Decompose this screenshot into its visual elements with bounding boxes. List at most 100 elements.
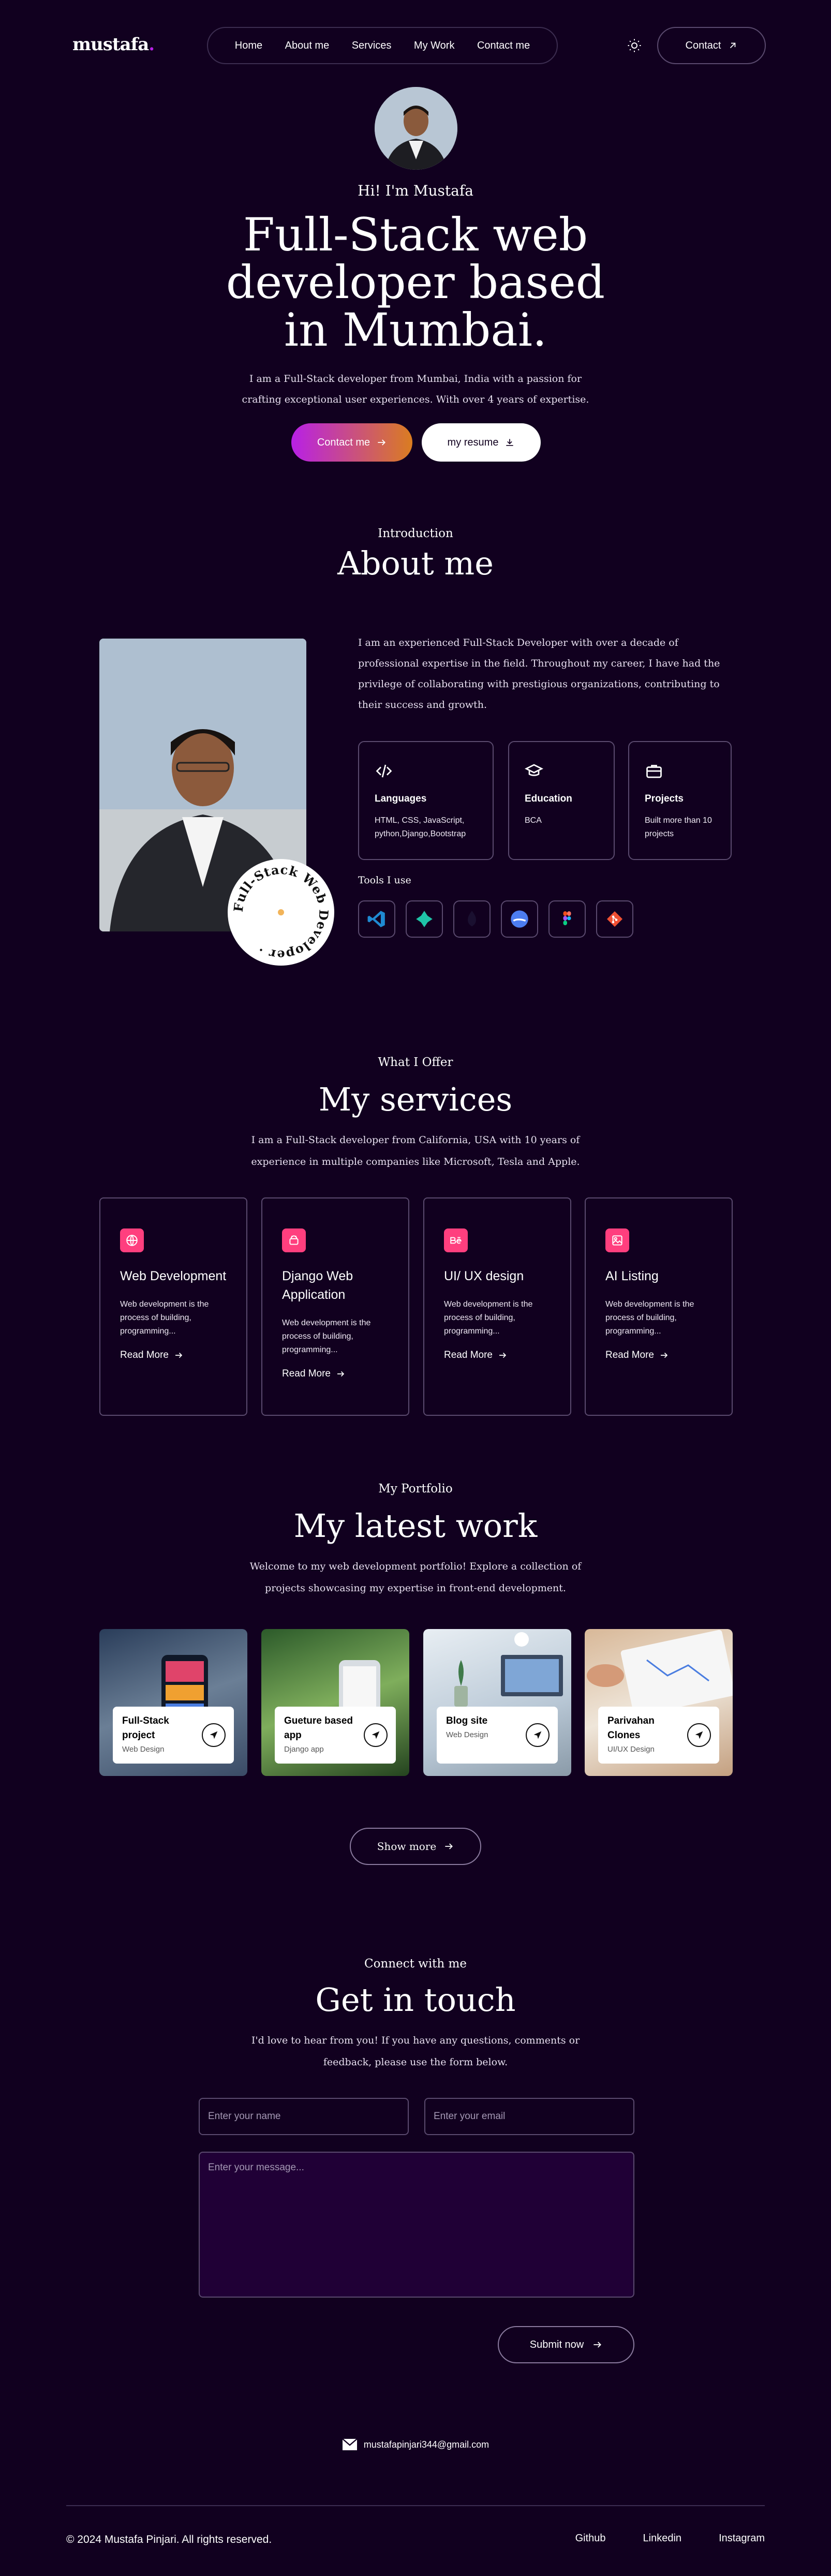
code-icon [376, 764, 392, 778]
contact-title: Get in touch [315, 1981, 516, 2019]
read-more-label: Read More [120, 1350, 169, 1360]
service-desc: Web development is the process of buildi… [444, 1300, 533, 1336]
contact-me-button[interactable]: Contact me [291, 423, 412, 462]
service-icon [605, 1228, 629, 1252]
logo[interactable]: mustafa. [72, 34, 155, 55]
tool-mongodb [453, 900, 491, 938]
read-more-link[interactable]: Read More [120, 1350, 227, 1361]
top-navigation: mustafa. Home About me Services My Work … [0, 27, 831, 66]
send-icon [533, 1731, 542, 1739]
send-icon [372, 1731, 380, 1739]
nav-link-services[interactable]: Services [352, 40, 392, 52]
tool-figma [548, 900, 586, 938]
work-card-parivahan[interactable]: Parivahan Clones UI/UX Design [585, 1629, 733, 1776]
arrow-right-icon [661, 1352, 668, 1358]
graduation-cap-icon [524, 764, 544, 776]
nav-link-work[interactable]: My Work [414, 40, 455, 52]
info-card-education: Education BCA [508, 741, 615, 860]
footer-divider [66, 2505, 765, 2506]
work-card-blog[interactable]: Blog site Web Design [423, 1629, 571, 1776]
tool-git [596, 900, 633, 938]
arrow-right-icon [378, 439, 386, 446]
hero-title: Full-Stack web developer based in Mumbai… [0, 211, 831, 354]
service-card-ai-listing[interactable]: AI Listing Web development is the proces… [585, 1197, 733, 1416]
nav-menu: Home About me Services My Work Contact m… [207, 27, 558, 64]
work-title: My latest work [293, 1507, 538, 1545]
work-card-gesture[interactable]: Gueture based app Django app [261, 1629, 409, 1776]
service-card-web-development[interactable]: Web Development Web development is the p… [99, 1197, 247, 1416]
arrow-right-icon [499, 1352, 507, 1358]
tool-firebase [501, 900, 538, 938]
service-desc: Web development is the process of buildi… [282, 1319, 371, 1354]
android-icon [289, 1235, 299, 1245]
service-title: AI Listing [605, 1269, 659, 1283]
footer-link-github[interactable]: Github [575, 2533, 606, 2544]
nav-link-contact[interactable]: Contact me [477, 40, 530, 52]
footer-email-text: mustafapinjari344@gmail.com [363, 2439, 489, 2450]
services-description: I am a Full-Stack developer from Califor… [251, 1134, 580, 1167]
service-desc: Web development is the process of buildi… [120, 1300, 209, 1336]
vscode-icon [367, 911, 385, 927]
info-card-desc: BCA [525, 816, 542, 825]
nav-link-about[interactable]: About me [285, 40, 330, 52]
arrow-right-icon [593, 2342, 602, 2348]
message-input[interactable] [199, 2152, 634, 2298]
role-badge: Full-Stack Web Developer · [228, 859, 334, 966]
service-icon [120, 1228, 144, 1252]
service-title: Django Web Application [282, 1269, 353, 1302]
service-title: Web Development [120, 1269, 227, 1283]
open-project-button[interactable] [364, 1723, 388, 1747]
work-info-panel: Gueture based app Django app [275, 1707, 396, 1764]
open-project-button[interactable] [202, 1723, 226, 1747]
info-card-title: Education [525, 793, 572, 804]
info-card-desc: HTML, CSS, JavaScript, python,Django,Boo… [375, 816, 466, 838]
footer-link-instagram[interactable]: Instagram [719, 2533, 765, 2544]
service-card-ui-ux[interactable]: UI/ UX design Web development is the pro… [423, 1197, 571, 1416]
send-icon [695, 1731, 703, 1739]
read-more-link[interactable]: Read More [282, 1368, 389, 1380]
work-card-fullstack[interactable]: Full-Stack project Web Design [99, 1629, 247, 1776]
show-more-button[interactable]: Show more [350, 1828, 481, 1865]
info-card-projects: Projects Built more than 10 projects [628, 741, 732, 860]
send-icon [210, 1731, 218, 1739]
nav-contact-label: Contact [685, 39, 721, 51]
figma-icon [563, 911, 571, 925]
info-card-desc: Built more than 10 projects [645, 816, 712, 838]
avatar-illustration [375, 87, 457, 170]
footer-links: Github Linkedin Instagram [575, 2533, 765, 2544]
read-more-link[interactable]: Read More [605, 1350, 712, 1361]
info-card-title: Projects [645, 793, 684, 804]
footer-link-linkedin[interactable]: Linkedin [643, 2533, 682, 2544]
service-card-django[interactable]: Django Web Application Web development i… [261, 1197, 409, 1416]
service-title: UI/ UX design [444, 1269, 524, 1283]
open-project-button[interactable] [687, 1723, 711, 1747]
read-more-label: Read More [605, 1350, 654, 1360]
submit-label: Submit now [529, 2338, 584, 2350]
image-icon [612, 1235, 622, 1246]
globe-icon [126, 1235, 138, 1246]
submit-button[interactable]: Submit now [498, 2326, 634, 2363]
nav-link-home[interactable]: Home [235, 40, 262, 52]
email-input[interactable] [424, 2098, 634, 2135]
theme-toggle-button[interactable] [625, 36, 644, 55]
nav-contact-button[interactable]: Contact [657, 27, 766, 64]
role-badge-ring: Full-Stack Web Developer · [231, 862, 331, 963]
footer-email[interactable]: mustafapinjari344@gmail.com [0, 2438, 831, 2451]
hero-description: I am a Full-Stack developer from Mumbai,… [242, 373, 589, 405]
open-project-button[interactable] [526, 1723, 550, 1747]
contact-description: I'd love to hear from you! If you have a… [251, 2035, 580, 2068]
service-icon [282, 1228, 306, 1252]
work-info-panel: Parivahan Clones UI/UX Design [598, 1707, 719, 1764]
arrow-right-icon [337, 1371, 345, 1377]
hero-greeting: Hi! I'm Mustafa [358, 182, 473, 199]
name-input[interactable] [199, 2098, 409, 2135]
arrow-right-icon [445, 1843, 453, 1849]
mail-icon [342, 2438, 358, 2450]
about-text: I am an experienced Full-Stack Developer… [358, 637, 720, 710]
read-more-link[interactable]: Read More [444, 1350, 551, 1361]
work-title: Parivahan Clones [607, 1715, 655, 1741]
resume-button[interactable]: my resume [422, 423, 541, 462]
service-desc: Web development is the process of buildi… [605, 1300, 694, 1336]
mongodb-icon [468, 911, 476, 927]
work-title: Full-Stack project [122, 1715, 169, 1741]
